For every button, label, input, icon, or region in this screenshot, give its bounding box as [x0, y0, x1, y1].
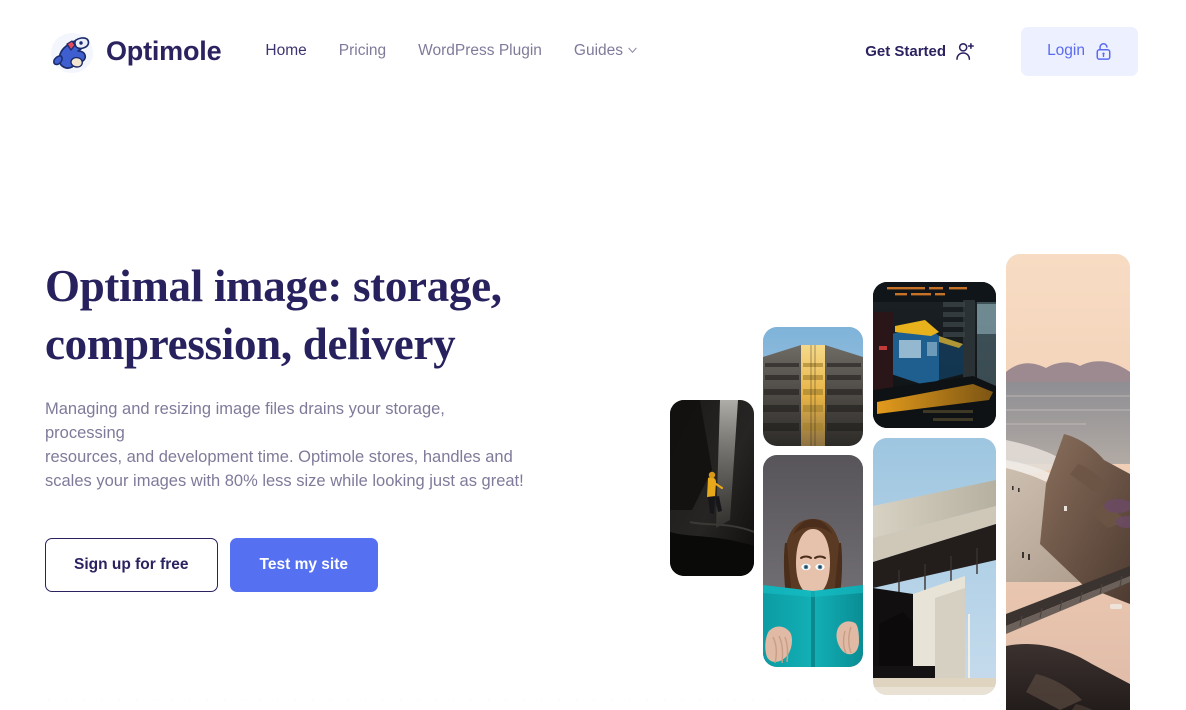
- nav-link-guides[interactable]: Guides: [574, 42, 637, 60]
- login-button[interactable]: Login: [1021, 26, 1138, 76]
- get-started-label: Get Started: [865, 42, 947, 60]
- brand-name: Optimole: [106, 35, 222, 66]
- hero-image-gallery: [0, 102, 1186, 710]
- nav-link-guides-label: Guides: [573, 42, 624, 59]
- login-label: Login: [1047, 42, 1085, 59]
- primary-nav-links: Home Pricing WordPress Plugin Guides: [265, 42, 637, 60]
- nav-actions: Get Started Login: [865, 26, 1138, 76]
- nav-link-pricing-label: Pricing: [338, 42, 387, 59]
- nav-link-home[interactable]: Home: [265, 42, 306, 60]
- building-facade-photo[interactable]: [763, 327, 863, 446]
- brand-logo-link[interactable]: Optimole: [48, 27, 222, 75]
- nav-link-home-label: Home: [265, 42, 307, 59]
- nav-link-wordpress-plugin-label: WordPress Plugin: [418, 42, 542, 59]
- nav-link-wordpress-plugin[interactable]: WordPress Plugin: [418, 42, 542, 60]
- nav-link-pricing[interactable]: Pricing: [339, 42, 386, 60]
- get-started-link[interactable]: Get Started: [865, 41, 975, 61]
- top-navigation-bar: Optimole Home Pricing WordPress Plugin G…: [0, 0, 1186, 102]
- train-station-photo[interactable]: [873, 282, 996, 428]
- woman-with-book-photo[interactable]: [763, 455, 863, 667]
- coastal-cliff-photo[interactable]: [1006, 254, 1130, 710]
- cave-hiker-photo[interactable]: [670, 400, 754, 576]
- add-user-icon: [955, 41, 975, 61]
- chevron-down-icon: [628, 46, 637, 55]
- unlocked-padlock-icon: [1095, 42, 1112, 61]
- hero-section: Optimal image: storage, compression, del…: [0, 102, 1186, 710]
- concrete-bridge-photo[interactable]: [873, 438, 996, 695]
- mole-logo-icon: [48, 27, 96, 75]
